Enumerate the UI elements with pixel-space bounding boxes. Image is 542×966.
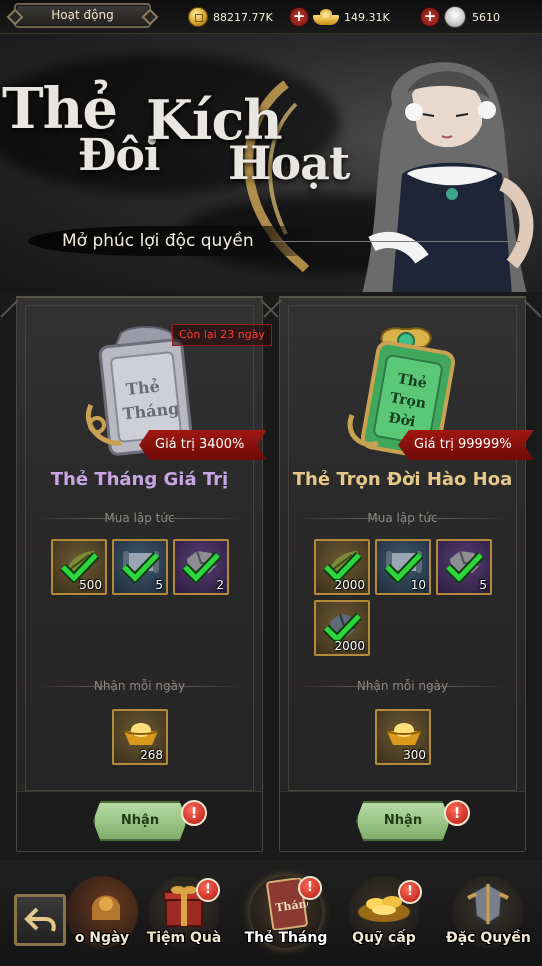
card-name: Thẻ Trọn Đời Hào Hoa — [292, 469, 513, 490]
item-quantity: 500 — [79, 578, 102, 592]
item-quantity: 2 — [216, 578, 224, 592]
ingot-counter: + 149.31K — [289, 6, 390, 28]
bun-amount: 5610 — [472, 10, 500, 24]
armor-icon — [467, 882, 509, 926]
gold-ingot-icon — [313, 9, 339, 25]
card-name: Thẻ Tháng Giá Trị — [50, 469, 229, 490]
item-quantity: 300 — [403, 748, 426, 762]
reward-item[interactable]: 2000 — [314, 539, 370, 595]
item-quantity: 2000 — [334, 578, 365, 592]
item-quantity: 268 — [140, 748, 163, 762]
reward-item[interactable]: 2000 — [314, 600, 370, 656]
banner-subtitle: Mở phúc lợi độc quyền — [62, 231, 254, 251]
item-quantity: 2000 — [334, 639, 365, 653]
value-ribbon: Giá trị 99999% — [398, 430, 534, 460]
value-ribbon: Giá trị 3400% — [139, 430, 267, 460]
claim-button[interactable]: Nhận — [93, 801, 187, 841]
reward-item[interactable]: 10 — [375, 539, 431, 595]
nav-item-privilege[interactable]: Đặc Quyền — [446, 872, 531, 964]
nav-item-month-card[interactable]: Tháng ! Thẻ Tháng — [244, 872, 328, 964]
nav-item-gift-shop[interactable]: ! Tiệm Quà — [142, 872, 226, 964]
nav-item-fund[interactable]: ! Quỹ cấp — [342, 872, 426, 964]
promo-banner: Thẻ Đôi Kích Hoạt Mở phúc lợi độc quyền — [0, 34, 542, 292]
reward-item[interactable]: 2 — [173, 539, 229, 595]
month-card-panel: Thẻ Tháng Còn lại 23 ngày Giá trị 3400% … — [16, 296, 272, 852]
alert-icon: ! — [444, 800, 470, 826]
card-art-line-1: Thẻ — [125, 377, 161, 399]
gold-ingot-icon — [123, 723, 159, 745]
buy-now-label: Mua lập tức — [17, 511, 262, 525]
steamed-bun-icon — [444, 6, 466, 28]
check-icon — [181, 551, 221, 583]
item-quantity: 10 — [410, 578, 426, 592]
days-left-badge: Còn lại 23 ngày — [172, 324, 272, 346]
nav-label: Thẻ Tháng — [244, 930, 328, 946]
title-word-4: Hoạt — [228, 136, 350, 190]
character-illustration — [362, 62, 534, 292]
daily-reward-item[interactable]: 268 — [112, 709, 168, 765]
reward-item[interactable]: 500 — [51, 539, 107, 595]
back-button[interactable] — [14, 894, 66, 946]
coin-counter: 88217.77K — [188, 6, 273, 28]
nav-label: Tiệm Quà — [146, 930, 222, 946]
daily-reward-label: Nhận mỗi ngày — [280, 679, 525, 693]
alert-icon: ! — [398, 880, 422, 904]
reward-item[interactable]: 5 — [436, 539, 492, 595]
nav-label: Đặc Quyền — [446, 930, 531, 946]
daily-reward-label: Nhận mỗi ngày — [17, 679, 262, 693]
ingot-amount: 149.31K — [344, 10, 390, 24]
add-bun-plus-icon[interactable]: + — [420, 7, 440, 27]
coin-amount: 88217.77K — [213, 10, 273, 24]
calendar-icon — [92, 895, 120, 920]
bun-counter: + 5610 — [420, 6, 500, 28]
alert-icon: ! — [196, 878, 220, 902]
buy-now-label: Mua lập tức — [280, 511, 525, 525]
add-ingot-plus-icon[interactable]: + — [289, 7, 309, 27]
activity-button[interactable]: Hoạt động — [14, 3, 151, 28]
coin-icon — [188, 7, 208, 27]
item-quantity: 5 — [479, 578, 487, 592]
nav-item-daily[interactable]: o Ngày — [60, 872, 144, 964]
alert-icon: ! — [298, 876, 322, 900]
nav-label: Quỹ cấp — [352, 930, 416, 946]
back-arrow-icon — [24, 907, 56, 932]
nav-label: o Ngày — [74, 930, 130, 946]
bottom-nav: o Ngày ! Tiệm Quà Tháng ! Thẻ Tháng ! Qu… — [0, 860, 542, 966]
claim-button[interactable]: Nhận — [356, 801, 450, 841]
gold-ingot-icon — [386, 723, 422, 745]
check-icon — [444, 551, 484, 583]
daily-reward-item[interactable]: 300 — [375, 709, 431, 765]
lifetime-card-panel: Thẻ Trọn Đời Giá trị 99999% Thẻ Trọn Đời… — [279, 296, 534, 852]
top-bar: Hoạt động 88217.77K + 149.31K + 5610 — [0, 0, 542, 34]
subtitle-divider — [270, 241, 520, 242]
reward-item[interactable]: 5 — [112, 539, 168, 595]
alert-icon: ! — [181, 800, 207, 826]
item-quantity: 5 — [155, 578, 163, 592]
check-icon — [120, 551, 160, 583]
